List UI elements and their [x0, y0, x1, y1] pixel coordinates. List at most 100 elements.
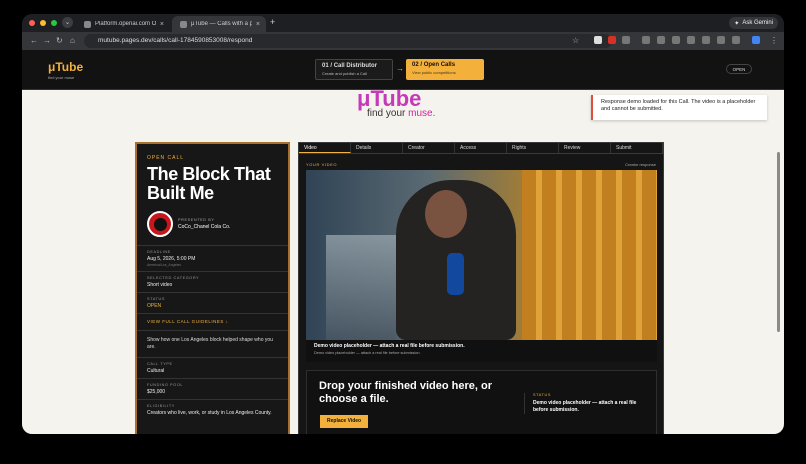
tab-access[interactable]: Access: [455, 143, 507, 153]
profile-icon[interactable]: [752, 36, 760, 44]
code-icon[interactable]: [717, 36, 725, 44]
tab-title: μTube — Calls with a public a: [191, 21, 252, 27]
category-label: SELECTED CATEGORY: [147, 276, 200, 280]
extension-icon[interactable]: [657, 36, 665, 44]
tab-mutube[interactable]: μTube — Calls with a public a ×: [172, 16, 266, 32]
category-section: SELECTED CATEGORY Short video: [137, 271, 288, 292]
open-call-kicker: OPEN CALL: [147, 155, 185, 161]
video-runner-head: [425, 190, 467, 238]
funding-pool-label: FUNDING POOL: [147, 383, 184, 387]
deadline-section: DEADLINE Aug 5, 2026, 5:00 PM America/Lo…: [137, 245, 288, 271]
bookmark-icon[interactable]: ☆: [572, 36, 579, 45]
close-icon[interactable]: ×: [160, 21, 164, 28]
view-guidelines-link[interactable]: VIEW FULL CALL GUIDELINES ↓: [137, 313, 288, 330]
new-tab-button[interactable]: +: [270, 17, 275, 27]
arrow-right-icon: →: [396, 64, 404, 73]
close-icon[interactable]: ×: [256, 21, 260, 28]
status-label: STATUS: [147, 297, 166, 301]
video-caption-subtitle: Demo video placeholder — attach a real f…: [314, 351, 421, 355]
tab-rights[interactable]: Rights: [507, 143, 559, 153]
deadline-value: Aug 5, 2026, 5:00 PM: [147, 256, 196, 262]
step-subtitle: Create and publish a Call: [322, 71, 367, 76]
step-number: 01 /: [322, 63, 333, 69]
chevron-down-icon[interactable]: ⌄: [62, 17, 73, 28]
ask-gemini-button[interactable]: ✦ Ask Gemini: [729, 17, 778, 29]
minimize-window-button[interactable]: [40, 20, 46, 26]
video-city-background: [326, 235, 396, 340]
dropzone-title: Drop your finished video here, or choose…: [319, 380, 492, 405]
tagline-accent: muse.: [408, 108, 436, 119]
video-dropzone[interactable]: Drop your finished video here, or choose…: [306, 370, 657, 434]
extension-icon[interactable]: [732, 36, 740, 44]
site-logo-subtitle: find your muse: [48, 75, 75, 80]
tab-details[interactable]: Details: [351, 143, 403, 153]
open-status-pill: OPEN: [726, 64, 752, 74]
extension-icon[interactable]: [672, 36, 680, 44]
eligibility-label: ELIGIBILITY: [147, 404, 175, 408]
browser-window: ⌄ Platform.openai.com Overvie × μTube — …: [22, 14, 784, 434]
video-water-bottle: [447, 253, 464, 295]
site-logo[interactable]: μTube: [48, 60, 83, 74]
tab-submit[interactable]: Submit: [611, 143, 663, 153]
video-status-text: Demo video placeholder — attach a real f…: [533, 400, 637, 413]
timezone-value: America/Los_Angeles: [147, 263, 182, 267]
step-title: Open Calls: [423, 62, 456, 68]
eligibility-section: ELIGIBILITY Creators who live, work, or …: [137, 399, 288, 420]
extension-icon[interactable]: [594, 36, 602, 44]
tab-review[interactable]: Review: [559, 143, 611, 153]
extension-icon[interactable]: [622, 36, 630, 44]
history-icon[interactable]: [642, 36, 650, 44]
deadline-label: DEADLINE: [147, 250, 171, 254]
tab-openai-platform[interactable]: Platform.openai.com Overvie ×: [76, 16, 170, 32]
close-window-button[interactable]: [29, 20, 35, 26]
call-details-panel: OPEN CALL The Block That Built Me PRESEN…: [135, 142, 290, 434]
presented-by-label: PRESENTED BY: [178, 218, 215, 222]
step-open-calls[interactable]: 02 / Open Calls View public competitions: [406, 59, 484, 80]
tab-title: Platform.openai.com Overvie: [95, 21, 156, 27]
tab-bar: ⌄ Platform.openai.com Overvie × μTube — …: [22, 14, 784, 32]
url-input[interactable]: mutube.pages.dev/calls/call-178459085300…: [84, 34, 612, 48]
funding-pool-section: FUNDING POOL $25,000: [137, 378, 288, 399]
zoom-window-button[interactable]: [51, 20, 57, 26]
response-panel: Video Details Creator Access Rights Revi…: [298, 142, 664, 434]
back-icon[interactable]: ←: [30, 36, 38, 45]
link-icon[interactable]: [702, 36, 710, 44]
call-type-section: CALL TYPE Cultural: [137, 357, 288, 378]
demo-toast: Response demo loaded for this Call. The …: [591, 95, 767, 120]
video-status: STATUS Demo video placeholder — attach a…: [524, 393, 642, 414]
presenter-name[interactable]: CoCo_Chanel Cola Co.: [178, 224, 230, 230]
forward-icon[interactable]: →: [43, 36, 51, 45]
video-caption-title: Demo video placeholder — attach a real f…: [314, 343, 465, 349]
page-scrollbar[interactable]: [777, 152, 780, 332]
openai-icon: [84, 20, 91, 28]
eligibility-value: Creators who live, work, or study in Los…: [147, 410, 272, 416]
call-description: Show how one Los Angeles block helped sh…: [137, 330, 288, 357]
tab-creator[interactable]: Creator: [403, 143, 455, 153]
brand-mark: μTube: [357, 86, 422, 111]
step-subtitle: View public competitions: [412, 70, 456, 75]
funding-pool-value: $25,000: [147, 389, 166, 395]
mutube-icon: [180, 20, 187, 28]
menu-icon[interactable]: ⋮: [770, 36, 778, 45]
extension-icon[interactable]: [608, 36, 616, 44]
replace-video-button[interactable]: Replace Video: [320, 415, 369, 428]
step-call-distributor[interactable]: 01 / Call Distributor Create and publish…: [315, 59, 393, 80]
web-page: μTube find your muse 01 / Call Distribut…: [22, 50, 784, 434]
step-number: 02 /: [412, 62, 423, 68]
tab-video[interactable]: Video: [299, 143, 351, 153]
status-section: STATUS OPEN: [137, 292, 288, 313]
reload-icon[interactable]: ↻: [56, 36, 63, 45]
step-title: Call Distributor: [333, 63, 378, 69]
category-value: Short video: [147, 282, 173, 288]
brand-tagline: find your muse.: [367, 108, 435, 119]
sparkle-icon: ✦: [734, 20, 740, 27]
home-icon[interactable]: ⌂: [70, 36, 75, 45]
extension-icon[interactable]: [687, 36, 695, 44]
creator-response-label: Creator response: [625, 162, 656, 167]
video-status-label: STATUS: [533, 393, 552, 397]
window-controls: [29, 20, 57, 26]
video-preview[interactable]: [306, 170, 657, 340]
site-header: μTube find your muse 01 / Call Distribut…: [22, 50, 784, 90]
status-value: OPEN: [147, 303, 162, 309]
call-type-value: Cultural: [147, 368, 165, 374]
